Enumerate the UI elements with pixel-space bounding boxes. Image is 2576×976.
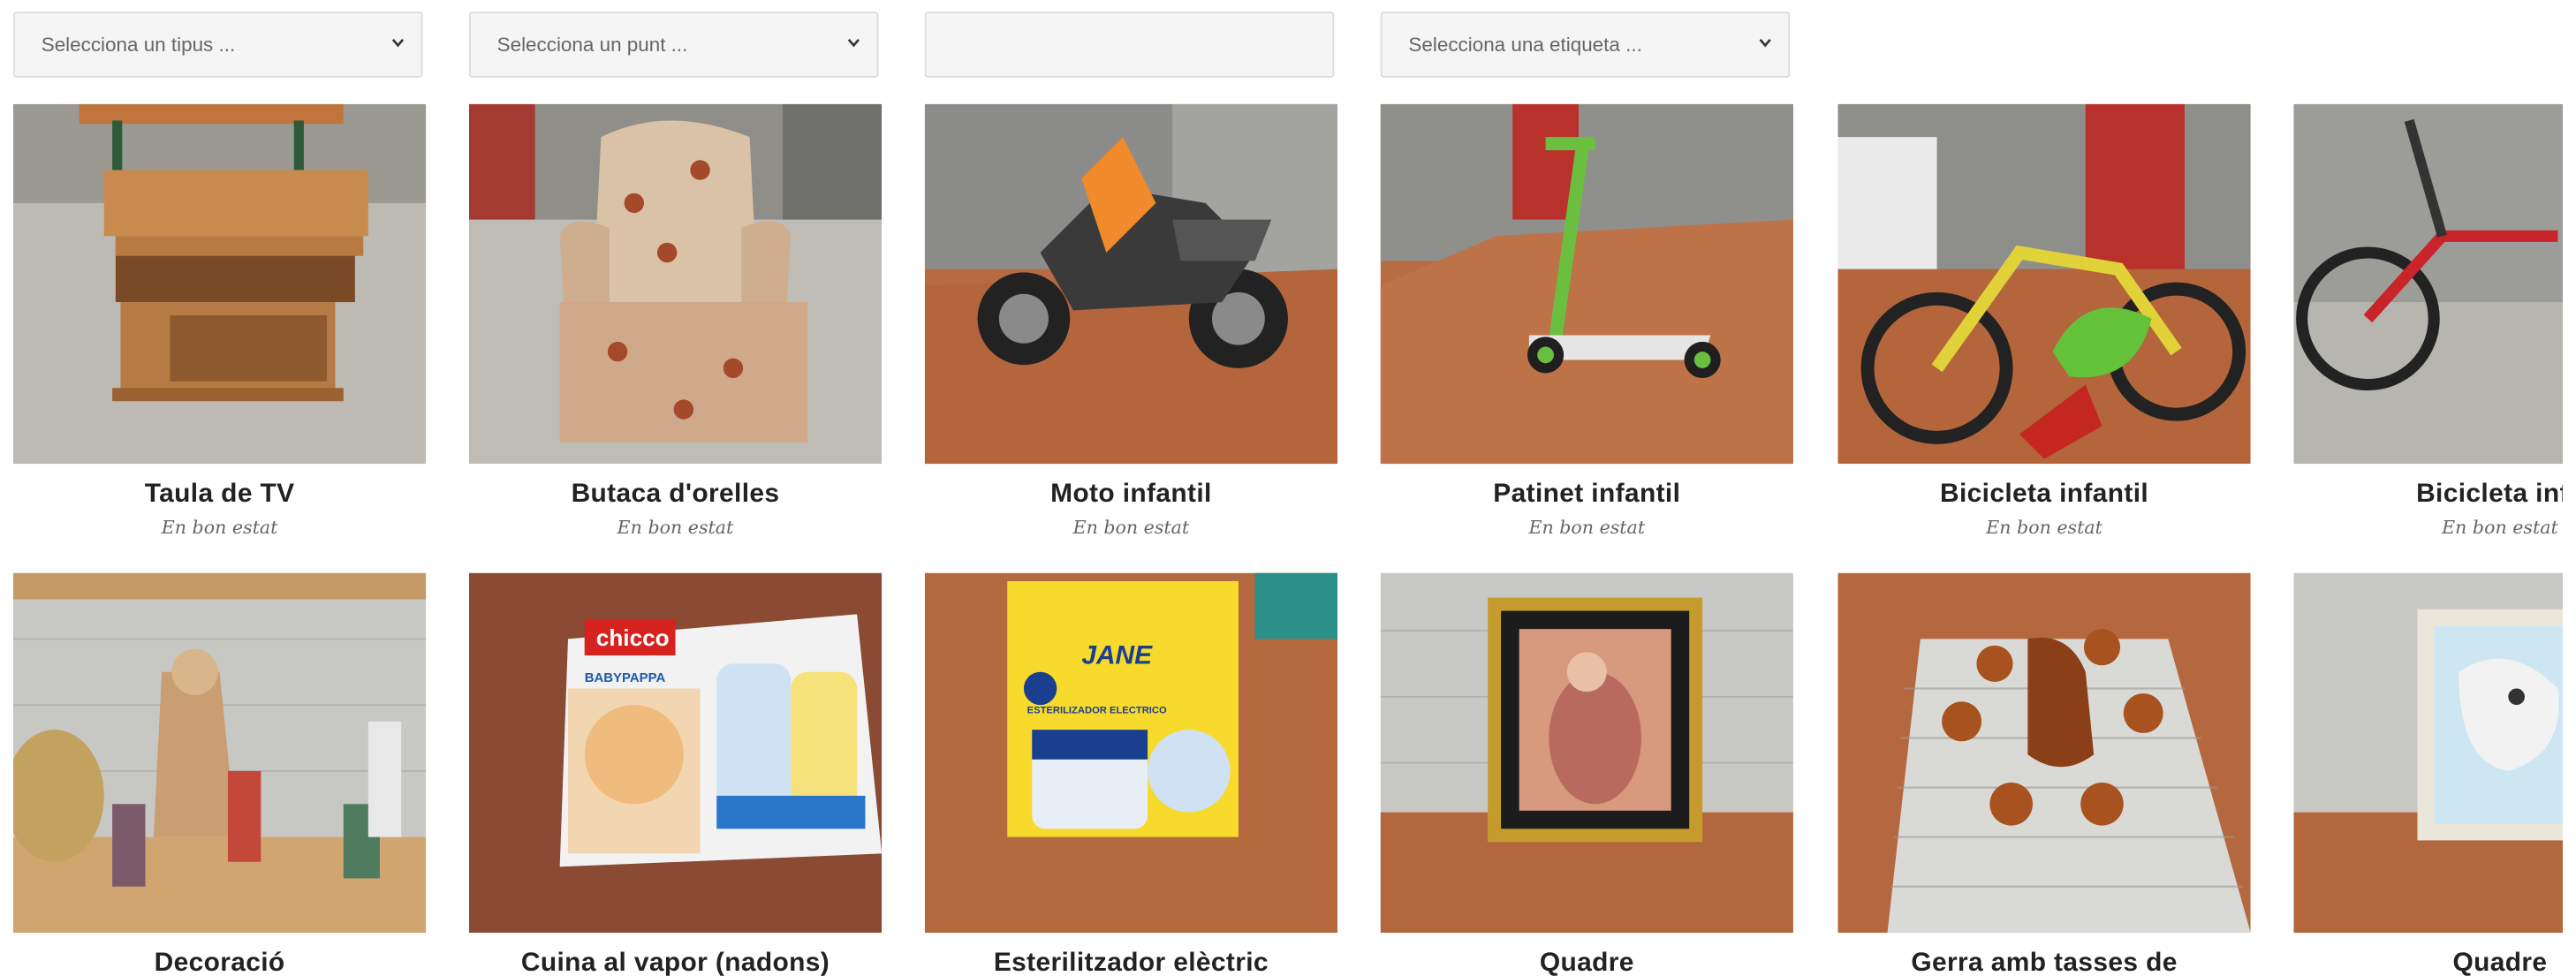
product-photo[interactable] [468, 103, 883, 465]
product-card[interactable]: Gerra amb tasses de [1837, 572, 2251, 976]
product-card[interactable]: Decoració [12, 572, 427, 976]
product-title[interactable]: Gerra amb tasses de [1837, 950, 2250, 976]
chevron-down-icon [847, 39, 860, 48]
product-photo[interactable] [12, 103, 427, 465]
product-title[interactable]: Butaca d'orelles [469, 480, 882, 511]
type-select[interactable]: Selecciona un tipus ... [12, 11, 423, 78]
product-condition: En bon estat [2442, 517, 2558, 539]
product-title[interactable]: Bicicleta infa [2293, 480, 2563, 511]
product-photo[interactable] [2293, 103, 2563, 465]
filter-bar: Selecciona un tipus ... Selecciona un pu… [12, 11, 2563, 81]
product-photo[interactable]: chicco BABYPAPPA [468, 572, 883, 934]
tag-select-label: Selecciona una etiqueta ... [1408, 33, 1642, 57]
product-card[interactable]: chicco BABYPAPPA Cuina al vapor (nadons) [468, 572, 883, 976]
product-photo[interactable] [2293, 572, 2563, 934]
product-card[interactable]: JANE ESTERILIZADOR ELECTRICO Esterilitza… [924, 572, 1338, 976]
product-label: BABYPAPPA [585, 670, 666, 685]
product-card[interactable]: Butaca d'orelles En bon estat [468, 103, 883, 539]
product-photo[interactable] [1380, 103, 1793, 465]
product-title[interactable]: Quadre [2293, 950, 2563, 976]
product-title[interactable]: Moto infantil [925, 480, 1337, 511]
point-select-label: Selecciona un punt ... [496, 33, 688, 57]
viewport: Selecciona un tipus ... Selecciona un pu… [0, 0, 2563, 976]
product-condition: En bon estat [161, 517, 278, 539]
product-photo[interactable] [1837, 103, 2251, 465]
point-select[interactable]: Selecciona un punt ... [468, 11, 879, 78]
product-title[interactable]: Decoració [13, 950, 426, 976]
tag-select[interactable]: Selecciona una etiqueta ... [1380, 11, 1791, 78]
product-label: ESTERILIZADOR ELECTRICO [1027, 705, 1167, 715]
product-card[interactable]: Bicicleta infa En bon estat [2293, 103, 2563, 539]
product-card[interactable]: Patinet infantil En bon estat [1380, 103, 1793, 539]
stage: Selecciona un tipus ... Selecciona un pu… [0, 0, 2576, 976]
chevron-down-icon [1759, 39, 1771, 48]
product-card[interactable]: Quadre [2293, 572, 2563, 976]
product-title[interactable]: Esterilitzador elèctric [925, 950, 1337, 976]
product-title[interactable]: Taula de TV [13, 480, 426, 511]
product-card[interactable]: Taula de TV En bon estat [12, 103, 427, 539]
product-title[interactable]: Patinet infantil [1381, 480, 1793, 511]
product-card[interactable]: Quadre [1380, 572, 1793, 976]
brand-label: chicco [596, 624, 670, 651]
product-card[interactable]: Bicicleta infantil En bon estat [1837, 103, 2251, 539]
product-title[interactable]: Quadre [1381, 950, 1793, 976]
product-photo[interactable] [1380, 572, 1793, 934]
product-condition: En bon estat [1986, 517, 2102, 539]
type-select-label: Selecciona un tipus ... [41, 33, 236, 57]
product-condition: En bon estat [1528, 517, 1646, 539]
product-card[interactable]: Moto infantil En bon estat [924, 103, 1338, 539]
product-photo[interactable] [924, 103, 1338, 465]
product-photo[interactable]: JANE ESTERILIZADOR ELECTRICO [924, 572, 1338, 934]
product-condition: En bon estat [1072, 517, 1190, 539]
product-condition: En bon estat [617, 517, 734, 539]
search-input[interactable] [924, 11, 1335, 78]
product-title[interactable]: Cuina al vapor (nadons) [469, 950, 882, 976]
product-title[interactable]: Bicicleta infantil [1837, 480, 2250, 511]
brand-label: JANE [1081, 640, 1153, 670]
chevron-down-icon [391, 39, 405, 48]
product-photo[interactable] [12, 572, 427, 934]
product-photo[interactable] [1837, 572, 2251, 934]
